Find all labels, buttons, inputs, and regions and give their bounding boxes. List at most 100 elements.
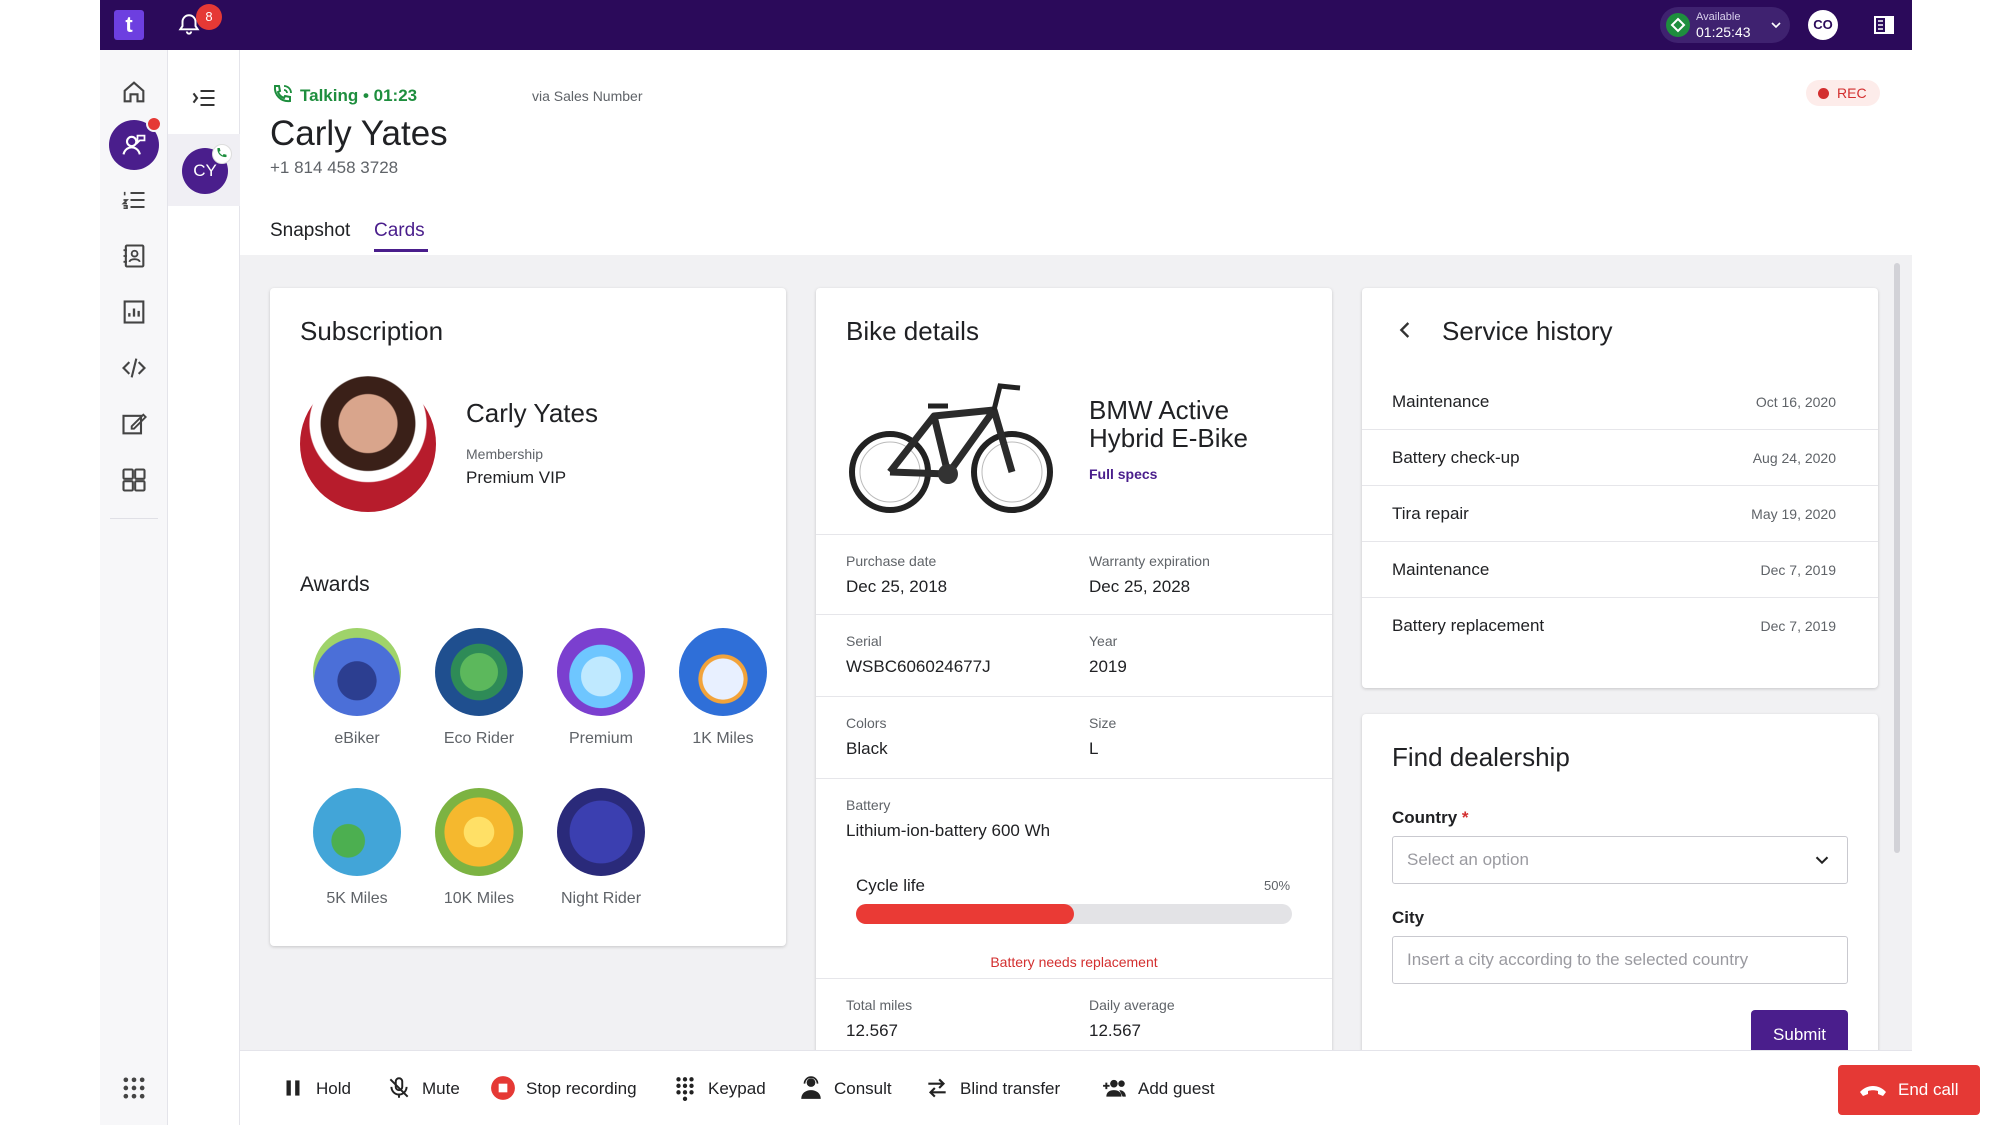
award-label: 1K Miles — [692, 730, 754, 747]
year-label: Year — [1089, 633, 1118, 649]
serial-value: WSBC606024677J — [846, 657, 991, 676]
award-item[interactable]: 5K Miles — [300, 788, 410, 918]
hang-up-icon — [1860, 1086, 1886, 1096]
tab-cards[interactable]: Cards — [374, 220, 425, 242]
tab-snapshot[interactable]: Snapshot — [270, 220, 350, 242]
app-launcher-dots-icon[interactable] — [120, 1074, 148, 1102]
submit-button[interactable]: Submit — [1751, 1010, 1848, 1050]
award-item[interactable]: Premium — [544, 628, 654, 758]
service-name: Maintenance — [1392, 560, 1490, 579]
code-icon[interactable] — [120, 354, 148, 382]
battery-warning: Battery needs replacement — [990, 954, 1158, 970]
recording-indicator: REC — [1806, 80, 1880, 106]
chevron-left-icon[interactable] — [1392, 316, 1420, 344]
status-label: Available — [1696, 11, 1741, 23]
content-scrollbar[interactable] — [1894, 263, 1900, 1047]
city-input[interactable] — [1392, 936, 1848, 984]
globe-award-icon — [313, 788, 401, 876]
consult-agent-icon — [801, 1076, 821, 1099]
cycle-life-label: Cycle life — [856, 876, 925, 895]
add-guest-label: Add guest — [1138, 1079, 1215, 1098]
star-medal-award-icon — [435, 788, 523, 876]
transfer-arrows-icon — [928, 1078, 946, 1098]
award-label: Eco Rider — [443, 730, 515, 747]
side-panel-icon[interactable] — [1872, 13, 1896, 37]
service-history-card: Service history Maintenance Oct 16, 2020… — [1362, 288, 1878, 688]
country-placeholder: Select an option — [1407, 850, 1529, 869]
service-name: Battery check-up — [1392, 448, 1520, 467]
award-label: 10K Miles — [443, 890, 515, 907]
numbered-list-icon[interactable] — [120, 186, 148, 214]
service-name: Tira repair — [1392, 504, 1469, 523]
battery-value: Lithium-ion-battery 600 Wh — [846, 821, 1051, 840]
e-bike-image — [849, 383, 1053, 513]
end-call-label: End call — [1898, 1080, 1959, 1099]
total-miles-value: 12.567 — [846, 1021, 898, 1040]
contact-name: Carly Yates — [270, 114, 448, 153]
service-date: Dec 7, 2019 — [1760, 618, 1837, 634]
collapse-menu-icon[interactable] — [190, 84, 218, 112]
consult-label: Consult — [834, 1079, 892, 1098]
year-value: 2019 — [1089, 657, 1127, 676]
total-miles-label: Total miles — [846, 997, 913, 1013]
colors-label: Colors — [846, 715, 887, 731]
membership-value: Premium VIP — [466, 468, 567, 487]
pause-icon — [286, 1080, 300, 1096]
country-select[interactable]: Select an option — [1392, 836, 1848, 884]
country-label: Country * — [1392, 808, 1469, 828]
service-date: Oct 16, 2020 — [1755, 394, 1836, 410]
membership-label: Membership — [466, 446, 544, 462]
chevron-down-icon — [1771, 22, 1781, 29]
award-label: Premium — [568, 730, 633, 747]
service-row[interactable]: Battery replacement Dec 7, 2019 — [1362, 598, 1878, 654]
purchase-date-value: Dec 25, 2018 — [846, 577, 948, 596]
service-row[interactable]: Maintenance Dec 7, 2019 — [1362, 542, 1878, 598]
stop-recording-label: Stop recording — [526, 1079, 637, 1098]
award-item[interactable]: Eco Rider — [422, 628, 532, 758]
call-controls-toolbar: Hold Mute Stop recording Keypad Consult … — [240, 1050, 1980, 1125]
app-logo[interactable]: t — [114, 10, 144, 40]
home-icon[interactable] — [120, 78, 148, 106]
award-item[interactable]: 1K Miles — [666, 628, 776, 758]
serial-label: Serial — [846, 633, 882, 649]
service-row[interactable]: Battery check-up Aug 24, 2020 — [1362, 430, 1878, 486]
user-avatar[interactable]: CO — [1808, 10, 1838, 40]
edit-note-icon[interactable] — [120, 410, 148, 438]
daily-average-value: 12.567 — [1089, 1021, 1141, 1040]
add-people-icon — [1103, 1079, 1126, 1097]
award-label: 5K Miles — [326, 890, 388, 907]
agent-status-selector[interactable]: Available 01:25:43 — [1660, 7, 1790, 43]
call-header: Talking • 01:23 via Sales Number Carly Y… — [240, 50, 1912, 255]
contacts-icon[interactable] — [120, 242, 148, 270]
card-title: Service history — [1442, 316, 1613, 346]
end-call-button[interactable]: End call — [1838, 1065, 1980, 1115]
scrollbar-thumb[interactable] — [1894, 263, 1900, 853]
record-dot-icon — [1818, 88, 1829, 99]
phone-badge-icon — [212, 144, 232, 164]
nav-alert-dot — [146, 116, 162, 132]
compass-award-icon — [679, 628, 767, 716]
city-label: City — [1392, 908, 1425, 927]
colors-value: Black — [846, 739, 888, 758]
service-row[interactable]: Maintenance Oct 16, 2020 — [1362, 374, 1878, 430]
customer-name: Carly Yates — [466, 398, 598, 428]
stop-record-icon — [491, 1076, 515, 1100]
award-item[interactable]: 10K Miles — [422, 788, 532, 918]
cards-panel: Subscription Carly Yates Membership Prem… — [240, 255, 1912, 1050]
service-row[interactable]: Tira repair May 19, 2020 — [1362, 486, 1878, 542]
contact-phone: +1 814 458 3728 — [270, 158, 399, 177]
reports-icon[interactable] — [120, 298, 148, 326]
ebike-award-icon — [313, 628, 401, 716]
award-item[interactable]: Night Rider — [544, 788, 654, 918]
status-timer: 01:25:43 — [1696, 24, 1751, 40]
top-bar: t 8 Available 01:25:43 CO — [100, 0, 1912, 50]
full-specs-link[interactable]: Full specs — [1089, 466, 1157, 482]
miles-row: Total miles 12.567 Daily average 12.567 — [816, 978, 1332, 1050]
purchase-date-label: Purchase date — [846, 553, 937, 569]
size-value: L — [1089, 739, 1099, 758]
customer-photo — [300, 376, 436, 512]
award-item[interactable]: eBiker — [300, 628, 410, 758]
apps-grid-icon[interactable] — [120, 466, 148, 494]
hold-label: Hold — [316, 1079, 351, 1098]
purchase-warranty-row: Purchase date Dec 25, 2018 Warranty expi… — [816, 534, 1332, 614]
